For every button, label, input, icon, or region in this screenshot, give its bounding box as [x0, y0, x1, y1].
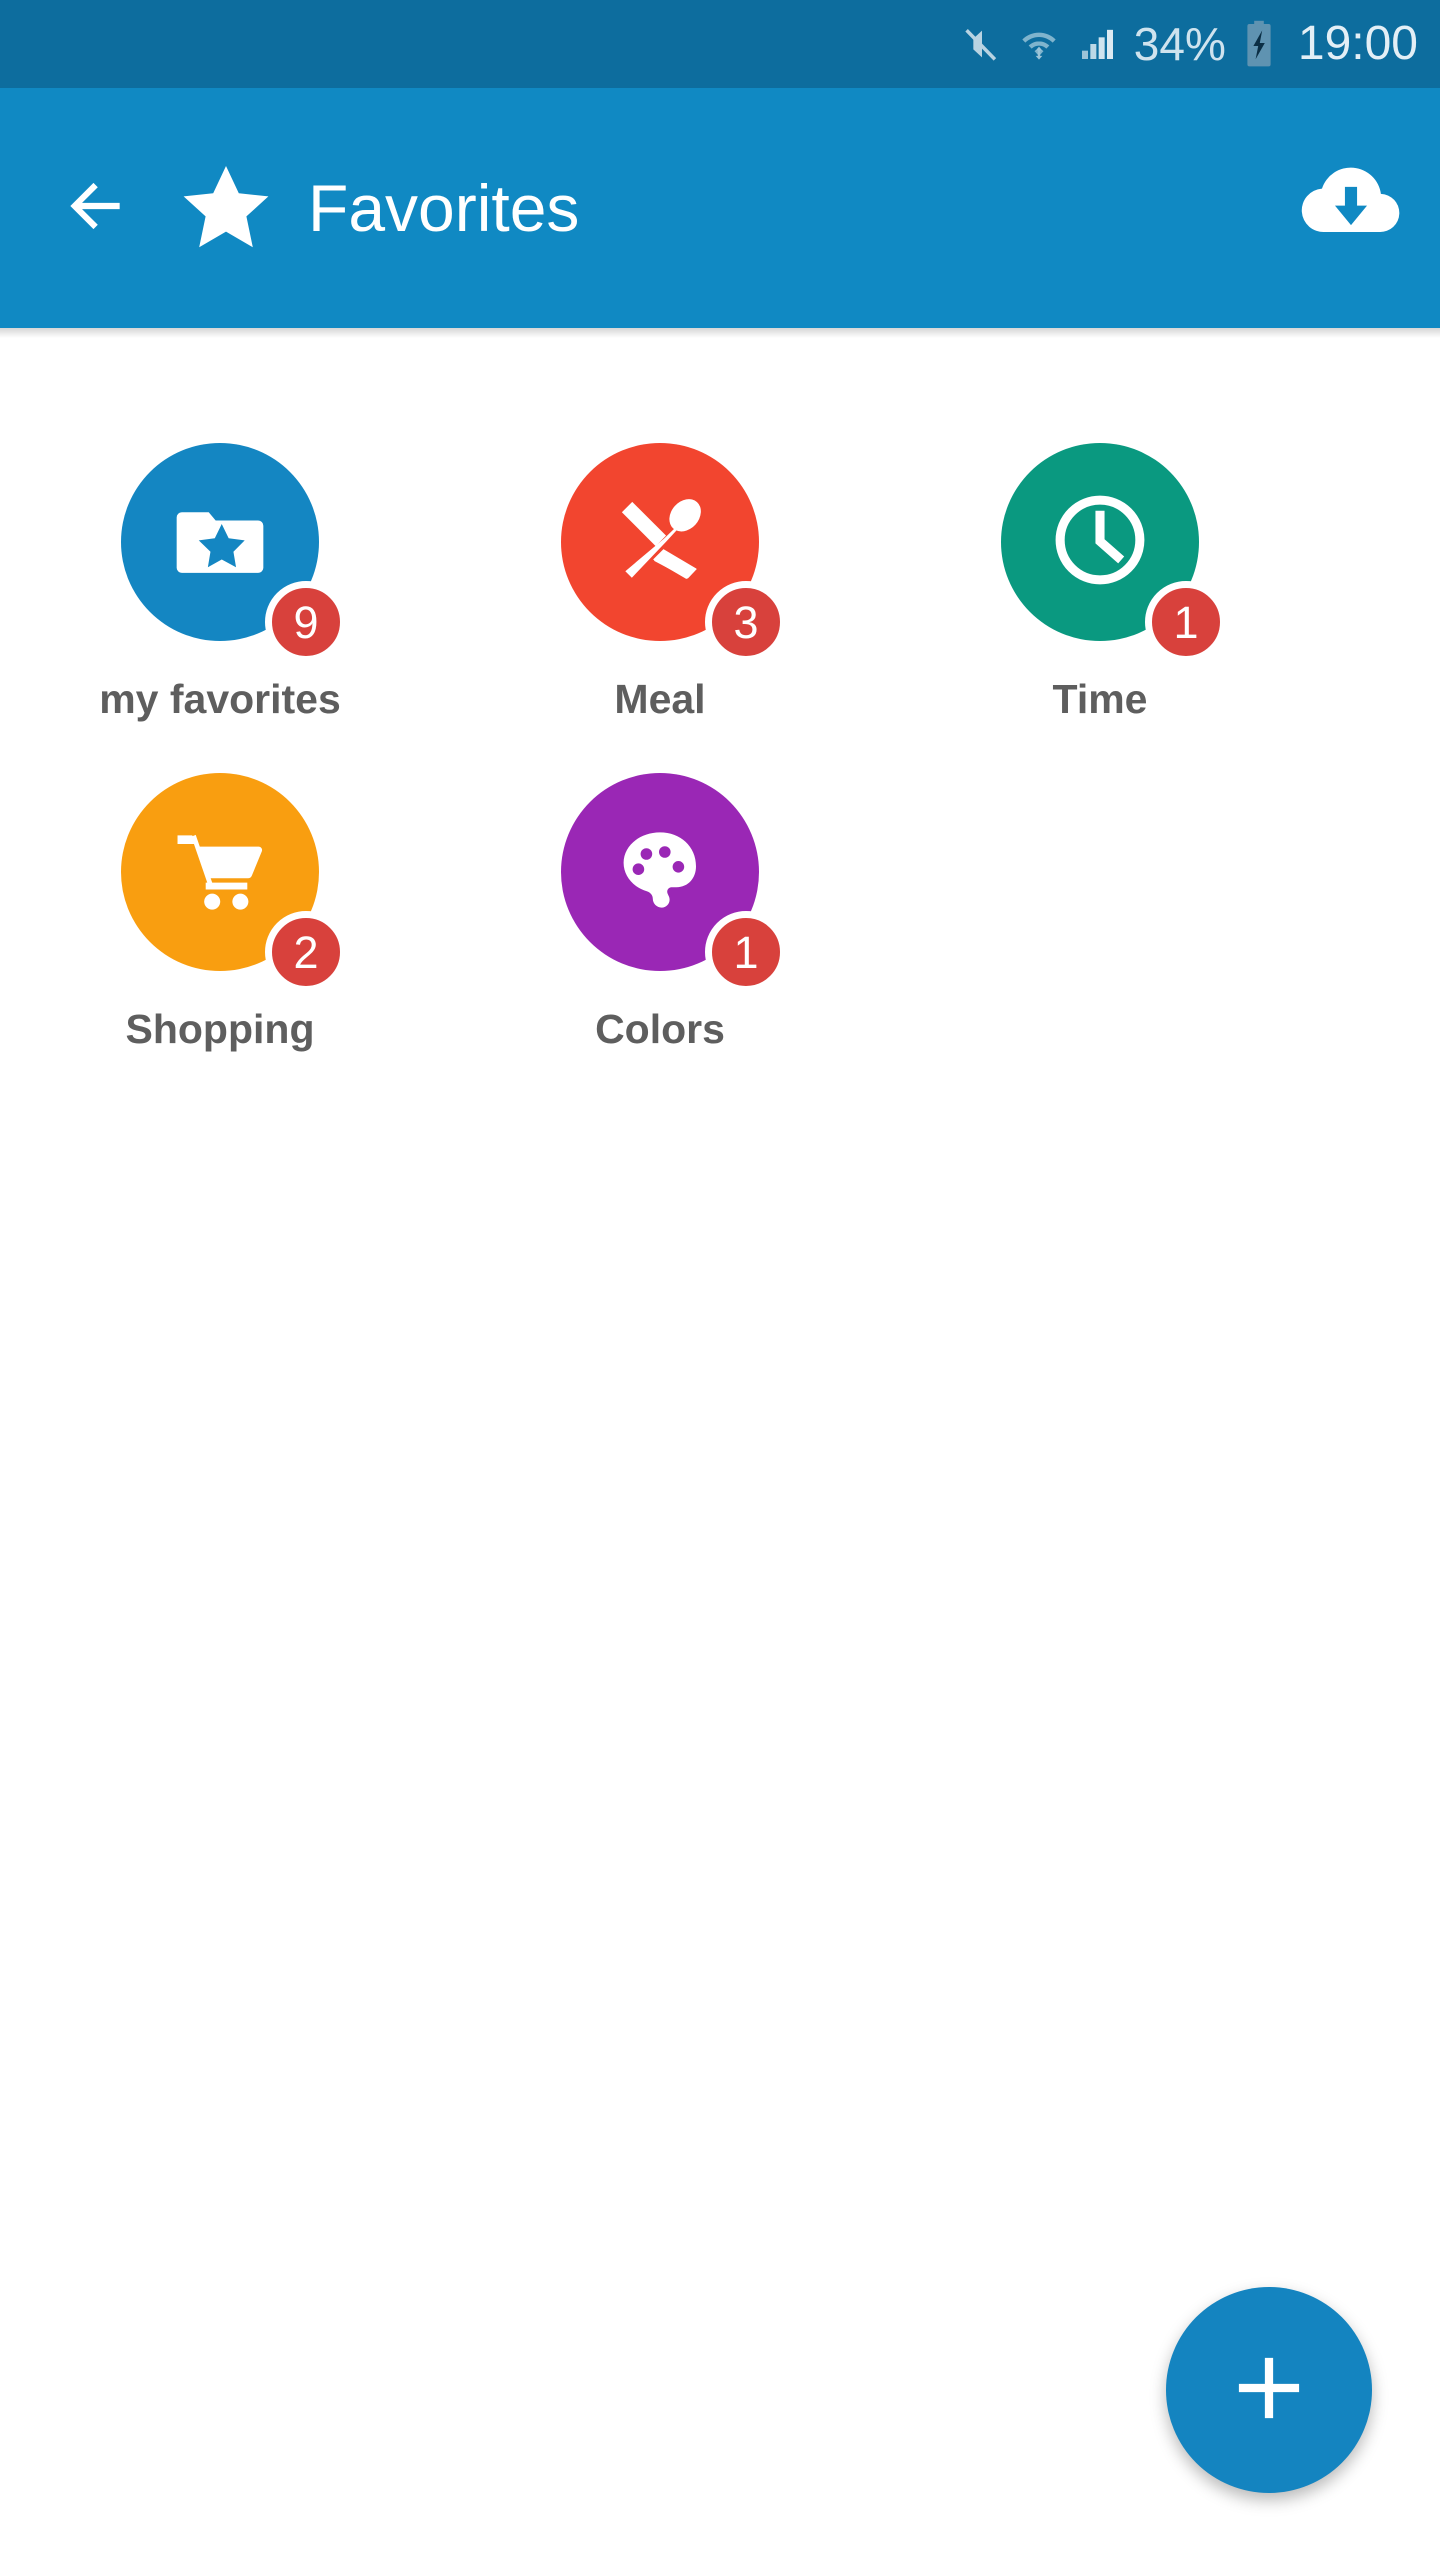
tile-icon-wrapper: 1 [561, 773, 787, 993]
tile-my-favorites[interactable]: 9 my favorites [0, 406, 440, 736]
tile-label: Colors [595, 1006, 725, 1052]
status-badge: 3 [705, 581, 787, 663]
back-button[interactable] [58, 171, 132, 245]
battery-charging-icon [1242, 20, 1276, 68]
folder-star-icon [168, 488, 272, 597]
signal-bars-icon [1076, 24, 1118, 64]
app-bar: Favorites [0, 88, 1440, 328]
tile-icon-wrapper: 3 [561, 443, 787, 663]
favorites-grid: 9 my favorites 3 Meal 1 Time 2 Shopping … [0, 406, 1440, 1066]
tile-time[interactable]: 1 Time [880, 406, 1320, 736]
cloud-download-icon [1299, 154, 1403, 263]
tile-icon-wrapper: 2 [121, 773, 347, 993]
plus-icon [1226, 2345, 1312, 2436]
tile-colors[interactable]: 1 Colors [440, 736, 880, 1066]
status-badge: 1 [705, 911, 787, 993]
wifi-icon [1018, 24, 1060, 64]
status-clock: 19:00 [1297, 17, 1418, 70]
clock-icon [1048, 488, 1152, 597]
page-title: Favorites [308, 171, 580, 245]
content-area: 9 my favorites 3 Meal 1 Time 2 Shopping … [0, 338, 1440, 2560]
download-button[interactable] [1296, 153, 1406, 263]
add-favorite-fab[interactable] [1166, 2287, 1372, 2493]
tile-meal[interactable]: 3 Meal [440, 406, 880, 736]
back-arrow-icon [58, 169, 132, 248]
mute-icon [962, 24, 1002, 64]
palette-icon [612, 822, 708, 923]
status-bar: 34% 19:00 [0, 0, 1440, 88]
tile-icon-wrapper: 9 [121, 443, 347, 663]
battery-percent-label: 34% [1133, 18, 1226, 70]
tile-label: Meal [614, 676, 706, 722]
tile-label: my favorites [99, 676, 341, 722]
tile-shopping[interactable]: 2 Shopping [0, 736, 440, 1066]
status-badge: 9 [265, 581, 347, 663]
app-bar-shadow [0, 328, 1440, 338]
status-badge: 1 [1145, 581, 1227, 663]
tile-label: Time [1052, 676, 1148, 722]
status-badge: 2 [265, 911, 347, 993]
tile-icon-wrapper: 1 [1001, 443, 1227, 663]
star-icon [178, 158, 274, 258]
knife-spoon-icon [608, 488, 712, 597]
tile-label: Shopping [125, 1006, 315, 1052]
shopping-cart-icon [168, 818, 272, 927]
